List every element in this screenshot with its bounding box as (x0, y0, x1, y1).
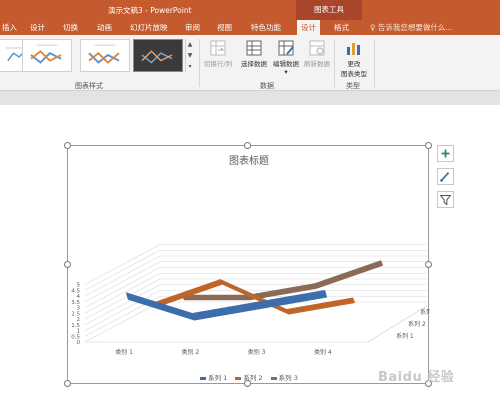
tell-me-search[interactable]: ♀ 告诉我您想要做什么... (370, 22, 453, 33)
resize-handle[interactable] (64, 142, 71, 149)
refresh-data-label: 刷新数据 (304, 60, 330, 68)
legend-swatch (200, 376, 207, 380)
chevron-down-icon: ▾ (284, 68, 288, 76)
lightbulb-icon: ♀ (370, 23, 376, 32)
x-tick-label: 类别 2 (182, 348, 200, 356)
chart-style-option[interactable] (22, 39, 72, 72)
tab-features[interactable]: 特色功能 (251, 22, 281, 33)
refresh-data-button[interactable]: 刷新数据 (301, 39, 333, 68)
group-label-chart-styles: 图表样式 (75, 82, 103, 90)
y-tick-label: 2 (77, 317, 81, 323)
depth-axis-label: 系列 1 (396, 332, 414, 340)
gallery-scroll[interactable]: ▲ ▼ ▾ (185, 39, 194, 72)
edit-data-icon (277, 39, 295, 57)
ribbon-tabs: 插入 设计 切换 动画 幻灯片放映 审阅 视图 特色功能 设计 格式 ♀ 告诉我… (0, 20, 500, 35)
y-tick-label: 0.5 (71, 334, 80, 340)
y-tick-label: 1.5 (71, 323, 80, 329)
switch-row-column-icon (209, 39, 227, 57)
edit-data-button[interactable]: 编辑数据 ▾ (272, 39, 300, 76)
chart-object[interactable]: 图表标题 0 0.5 1 1.5 2 2.5 3 3.5 4 4.5 5 类别 1 类别 2 类别 3 类别… (67, 145, 430, 384)
chart-filters-button[interactable] (437, 191, 454, 208)
y-tick-label: 5 (77, 283, 81, 289)
plus-icon (441, 149, 450, 158)
y-tick-label: 3 (77, 306, 81, 312)
resize-handle[interactable] (425, 142, 432, 149)
series-ribbon-3 (181, 260, 384, 301)
resize-handle[interactable] (425, 261, 432, 268)
group-label-data: 数据 (260, 82, 274, 90)
tab-transitions[interactable]: 切换 (63, 22, 78, 33)
title-bar: 演示文稿3 - PowerPoint 图表工具 (0, 0, 500, 20)
brush-icon (440, 171, 450, 182)
watermark: Baidu 经验 (378, 370, 455, 385)
switch-row-column-label: 切换行/列 (203, 60, 233, 68)
select-data-icon (245, 39, 263, 57)
legend-item-series-1: 系列 1 (200, 372, 227, 382)
group-separator (374, 39, 375, 87)
tab-chart-design[interactable]: 设计 (297, 20, 320, 35)
legend-label: 系列 3 (278, 374, 298, 382)
ribbon: ▲ ▼ ▾ 图表样式 切换行/列 选择数据 编辑数据 ▾ 刷新数据 数据 更改 (0, 35, 500, 91)
select-data-label: 选择数据 (241, 60, 267, 68)
change-chart-type-label-1: 更改 (347, 60, 361, 68)
edit-data-label: 编辑数据 (273, 60, 299, 68)
chart-style-option[interactable] (133, 39, 183, 72)
y-tick-label: 4.5 (71, 288, 80, 294)
change-chart-type-icon (345, 39, 363, 57)
gridline (84, 249, 161, 291)
chart-elements-button[interactable] (437, 145, 454, 162)
chart-plot-area: 00.511.522.533.544.55 类别 1 类别 2 类别 3 类别 4 系列 … (71, 244, 430, 356)
y-tick-label: 0 (77, 340, 81, 346)
tell-me-text: 告诉我您想要做什么... (377, 23, 453, 32)
y-tick-label: 2.5 (71, 311, 80, 317)
gridline (84, 290, 161, 331)
gridline (84, 272, 161, 314)
tab-slideshow[interactable]: 幻灯片放映 (130, 22, 168, 33)
x-tick-label: 类别 4 (314, 348, 332, 356)
tab-animations[interactable]: 动画 (97, 22, 112, 33)
group-separator (334, 39, 335, 87)
gridline (84, 261, 161, 303)
gridline (84, 301, 161, 343)
x-tick-label: 类别 3 (248, 348, 266, 356)
tab-format[interactable]: 格式 (334, 22, 349, 33)
chart-styles-button[interactable] (437, 168, 454, 185)
gridline (84, 278, 161, 320)
chevron-down-icon[interactable]: ▼ (186, 50, 194, 61)
depth-axis-label: 系列 2 (408, 320, 426, 328)
y-tick-label: 3.5 (71, 300, 80, 306)
select-data-button[interactable]: 选择数据 (237, 39, 271, 68)
chevron-up-icon[interactable]: ▲ (186, 39, 194, 50)
change-chart-type-button[interactable]: 更改 图表类型 (336, 39, 372, 78)
tab-review[interactable]: 审阅 (185, 22, 200, 33)
refresh-data-icon (308, 39, 326, 57)
resize-handle[interactable] (64, 380, 71, 387)
tab-design[interactable]: 设计 (30, 22, 45, 33)
group-label-type: 类型 (346, 82, 360, 90)
x-tick-label: 类别 1 (115, 348, 133, 356)
y-tick-label: 4 (77, 294, 81, 300)
gridline (84, 244, 161, 285)
context-group-label: 图表工具 (296, 0, 362, 20)
legend-swatch (270, 376, 277, 380)
switch-row-column-button[interactable]: 切换行/列 (200, 39, 236, 68)
gridline (84, 255, 161, 297)
tab-view[interactable]: 视图 (217, 22, 232, 33)
resize-handle[interactable] (244, 380, 251, 387)
legend-label: 系列 1 (208, 374, 228, 382)
resize-handle[interactable] (244, 142, 251, 149)
y-tick-label: 1 (77, 329, 81, 335)
depth-axis-label: 系列 3 (420, 308, 430, 316)
legend-item-series-3: 系列 3 (270, 372, 298, 382)
filter-icon (439, 195, 452, 206)
window-title: 演示文稿3 - PowerPoint (108, 6, 192, 15)
gallery-more-icon[interactable]: ▾ (186, 61, 194, 72)
tab-insert[interactable]: 插入 (2, 22, 17, 33)
legend-swatch (235, 376, 242, 380)
change-chart-type-label-2: 图表类型 (341, 70, 367, 78)
resize-handle[interactable] (64, 261, 71, 268)
chart-style-option[interactable] (80, 39, 130, 72)
